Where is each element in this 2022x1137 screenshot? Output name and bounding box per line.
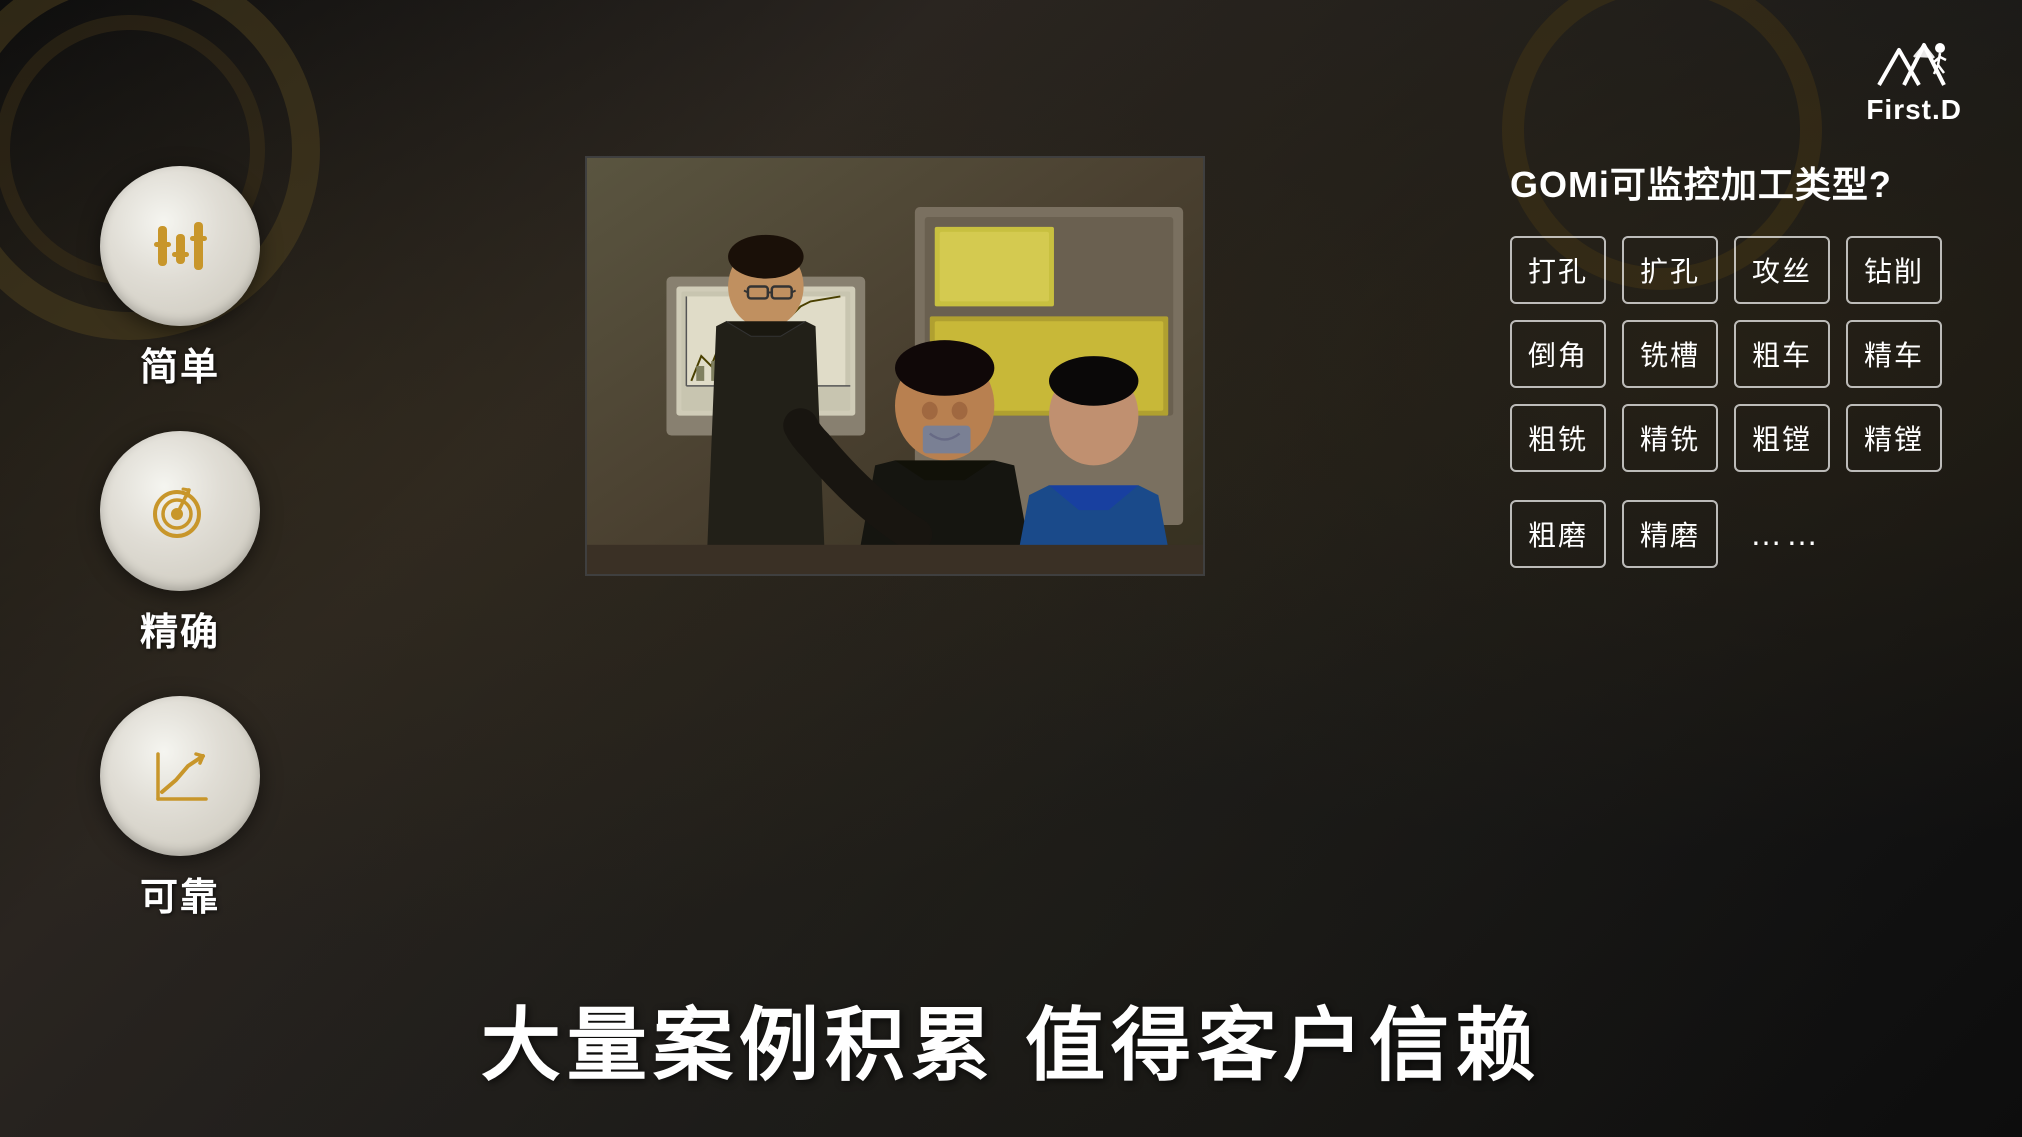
features-column: 简单 精确: [80, 146, 280, 921]
feature-label-simple: 简单: [140, 336, 220, 391]
feature-accurate: 精确: [80, 431, 280, 656]
tag-fine-grind: 精磨: [1622, 500, 1718, 568]
tag-thread: 攻丝: [1734, 236, 1830, 304]
sliders-icon: [148, 214, 213, 279]
tag-fine-mill: 精铣: [1622, 404, 1718, 472]
video-frame: [585, 156, 1205, 576]
main-content: 简单 精确: [0, 126, 2022, 961]
tag-rough-bore: 粗镗: [1734, 404, 1830, 472]
header: First.D: [0, 0, 2022, 126]
tag-chamfer: 倒角: [1510, 320, 1606, 388]
tag-mill-slot: 铣槽: [1622, 320, 1718, 388]
tag-expand-hole: 扩孔: [1622, 236, 1718, 304]
feature-label-accurate: 精确: [140, 601, 220, 656]
banner-text: 大量案例积累 值得客户信赖: [481, 981, 1541, 1097]
page-content: First.D 简: [0, 0, 2022, 1137]
center-column: [340, 146, 1450, 576]
logo-area: First.D: [1866, 30, 1962, 126]
chart-up-icon: [148, 744, 213, 809]
feature-circle-accurate: [100, 431, 260, 591]
tags-grid: 打孔 扩孔 攻丝 钻削 倒角 铣槽 粗车 精车 粗铣 精铣 粗镗 精镗: [1510, 236, 1942, 472]
tag-fine-turn: 精车: [1846, 320, 1942, 388]
tag-rough-grind: 粗磨: [1510, 500, 1606, 568]
feature-circle-simple: [100, 166, 260, 326]
tag-drill-hole: 打孔: [1510, 236, 1606, 304]
workshop-scene: [587, 158, 1203, 574]
bottom-banner: 大量案例积累 值得客户信赖: [0, 961, 2022, 1137]
feature-simple: 简单: [80, 166, 280, 391]
right-column: GOMi可监控加工类型? 打孔 扩孔 攻丝 钻削 倒角 铣槽 粗车 精车 粗铣 …: [1510, 146, 1942, 568]
tag-fine-bore: 精镗: [1846, 404, 1942, 472]
tag-rough-turn: 粗车: [1734, 320, 1830, 388]
feature-reliable: 可靠: [80, 696, 280, 921]
tag-ellipsis: ……: [1734, 504, 1838, 565]
feature-label-reliable: 可靠: [140, 866, 220, 921]
video-inner: [587, 158, 1203, 574]
brand-name: First.D: [1866, 94, 1962, 126]
logo-icon: [1874, 30, 1954, 90]
tags-row-last: 粗磨 精磨 ……: [1510, 500, 1942, 568]
feature-circle-reliable: [100, 696, 260, 856]
tag-rough-mill: 粗铣: [1510, 404, 1606, 472]
target-icon: [145, 476, 215, 546]
section-title: GOMi可监控加工类型?: [1510, 156, 1942, 208]
tag-boring-drill: 钻削: [1846, 236, 1942, 304]
